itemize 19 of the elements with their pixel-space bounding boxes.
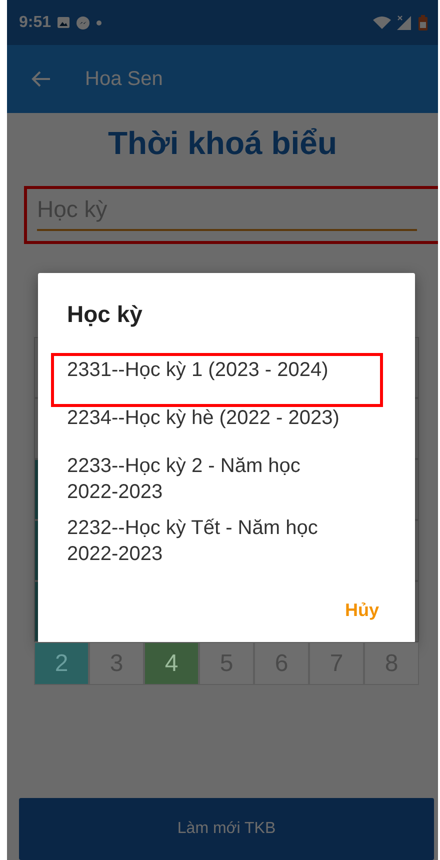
battery-icon <box>418 14 428 30</box>
dot-icon <box>96 20 102 26</box>
wifi-icon <box>373 16 391 30</box>
signal-icon <box>397 14 412 30</box>
page-heading: Thời khoá biểu <box>107 125 338 162</box>
status-time: 9:51 <box>19 14 52 32</box>
period-cell[interactable]: 2 <box>34 642 89 685</box>
app-title: Hoa Sen <box>85 68 163 90</box>
image-icon <box>57 16 70 29</box>
cancel-button[interactable]: Hủy <box>338 596 385 625</box>
semester-option[interactable]: 2233--Học kỳ 2 - Năm học 2022-2023 <box>67 443 352 505</box>
semester-option[interactable]: 2331--Học kỳ 1 (2023 - 2024) <box>67 347 352 395</box>
semester-option[interactable]: 2234--Học kỳ hè (2022 - 2023) <box>67 395 352 443</box>
refresh-button[interactable]: Làm mới TKB <box>19 798 434 860</box>
semester-option[interactable]: 2232--Học kỳ Tết - Năm học 2022-2023 <box>67 505 352 567</box>
messenger-icon <box>76 16 90 30</box>
dialog-title: Học kỳ <box>67 301 144 328</box>
back-icon[interactable] <box>31 70 51 88</box>
period-cell[interactable]: 4 <box>144 642 199 685</box>
